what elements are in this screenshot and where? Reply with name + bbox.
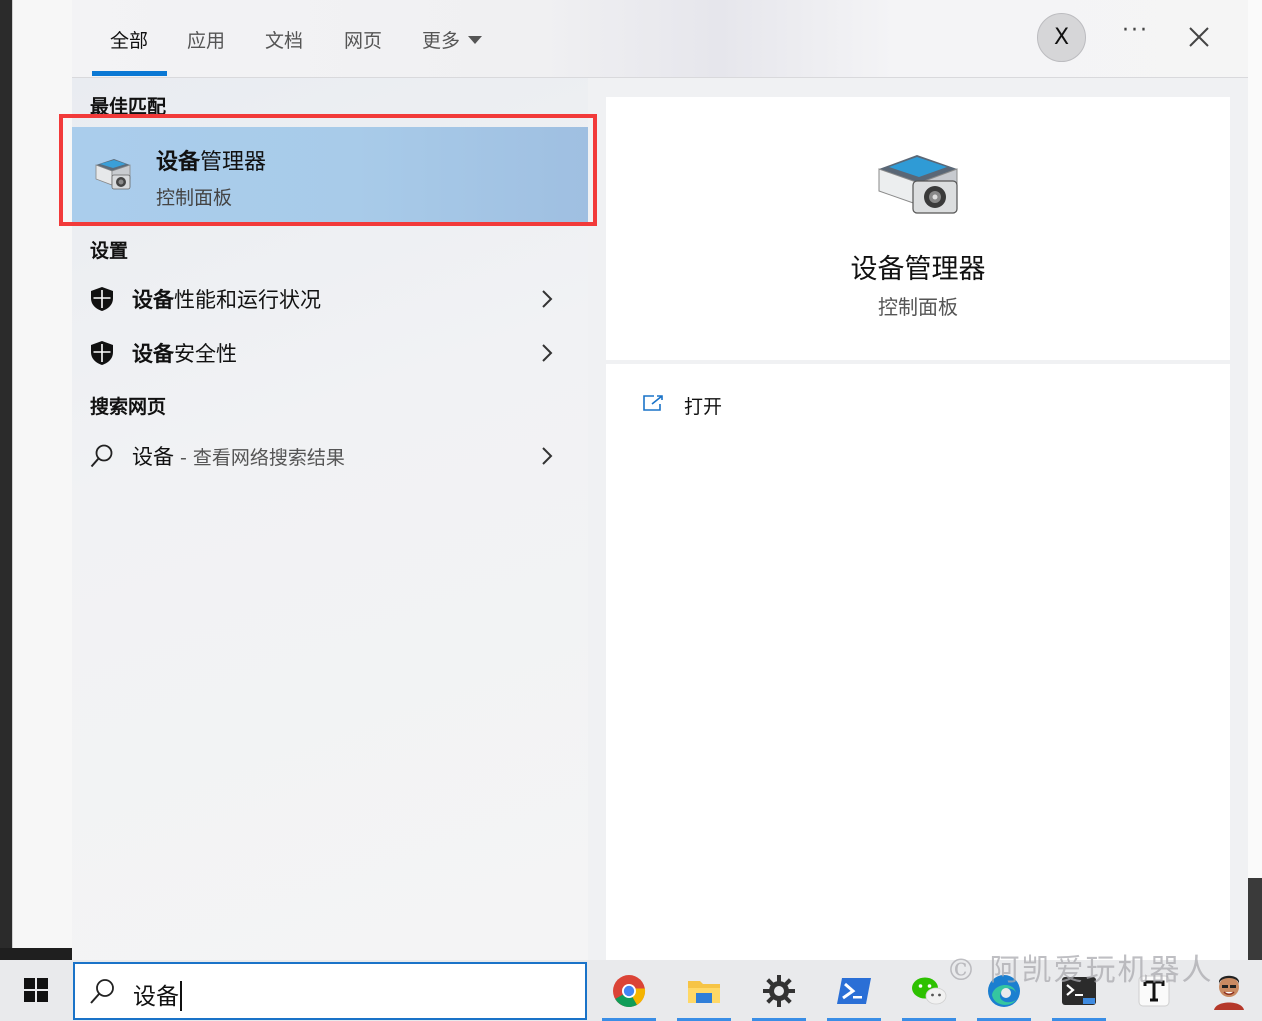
best-match-title-bold: 设备 (156, 150, 201, 175)
search-tabs-bar: 全部 应用 文档 网页 更多 X ··· (72, 0, 1248, 78)
powershell-icon (837, 977, 871, 1004)
tab-documents[interactable]: 文档 (265, 26, 303, 53)
background-window-right (1248, 0, 1262, 960)
tab-all[interactable]: 全部 (110, 26, 148, 53)
tab-apps[interactable]: 应用 (187, 26, 225, 53)
section-settings: 设置 (90, 240, 129, 262)
results-list: 最佳匹配 设备管理器 控制面板 设置 设备性能和运行状况 设备安全性 搜索网页 … (59, 78, 597, 960)
detail-subtitle: 控制面板 (878, 295, 958, 319)
detail-header: 设备管理器 控制面板 (606, 97, 1230, 360)
section-web-search: 搜索网页 (90, 396, 167, 418)
taskbar-file-explorer[interactable] (673, 960, 735, 1021)
tab-web[interactable]: 网页 (344, 26, 382, 53)
settings-item-label: 设备性能和运行状况 (132, 284, 321, 314)
best-match-subtitle: 控制面板 (156, 187, 233, 209)
chrome-icon (613, 974, 646, 1007)
settings-item-device-security[interactable]: 设备安全性 (72, 330, 588, 376)
background-window-left (12, 0, 73, 948)
windows-start-icon[interactable] (24, 978, 48, 1002)
detail-title: 设备管理器 (850, 254, 986, 285)
shield-icon (91, 287, 113, 311)
open-external-icon (643, 395, 663, 411)
watermark: © 阿凯爱玩机器人 (946, 953, 1214, 988)
open-action-button[interactable]: 打开 (684, 392, 722, 419)
tab-more-label: 更多 (422, 30, 461, 52)
web-search-label: 设备 - 查看网络搜索结果 (132, 441, 345, 471)
ellipsis-icon: ··· (1122, 18, 1149, 43)
settings-item-rest: 性能和运行状况 (174, 288, 321, 312)
device-manager-icon (878, 155, 958, 214)
tab-more[interactable]: 更多 (422, 26, 483, 53)
best-match-item[interactable]: 设备管理器 控制面板 (72, 127, 588, 223)
taskbar-settings[interactable] (748, 960, 810, 1021)
taskbar-powershell[interactable] (823, 960, 885, 1021)
web-search-query: 设备 (132, 445, 174, 469)
settings-gear-icon (763, 974, 795, 1007)
search-query: 设备 (133, 984, 179, 1010)
taskbar: 设备 © 阿凯爱玩机器人 (0, 953, 1262, 1021)
more-options-button[interactable]: ··· (1122, 18, 1149, 43)
settings-item-rest: 安全性 (174, 342, 237, 366)
best-match-title-rest: 管理器 (200, 150, 267, 175)
settings-item-device-health[interactable]: 设备性能和运行状况 (72, 276, 588, 322)
account-button[interactable]: X (1037, 13, 1086, 62)
web-search-extra: - 查看网络搜索结果 (174, 447, 345, 469)
search-panel: 全部 应用 文档 网页 更多 X ··· 最佳匹配 设备管理器 控制面板 设置 … (59, 0, 1248, 960)
file-explorer-icon (688, 980, 720, 1003)
chevron-right-icon[interactable] (540, 445, 554, 467)
search-input-text: 设备 (133, 977, 182, 1013)
chevron-right-icon[interactable] (540, 342, 554, 364)
desktop-background-bottom (0, 948, 72, 960)
settings-item-label: 设备安全性 (132, 338, 237, 368)
detail-actions: 打开 (606, 364, 1230, 960)
settings-item-bold: 设备 (132, 342, 174, 366)
caret-down-icon (468, 35, 483, 44)
user-avatar (1211, 971, 1247, 1010)
chevron-right-icon[interactable] (540, 288, 554, 310)
active-tab-indicator (92, 71, 167, 76)
close-icon[interactable] (1187, 25, 1211, 49)
device-manager-icon (95, 159, 131, 190)
account-initial: X (1053, 25, 1070, 50)
taskbar-chrome[interactable] (598, 960, 660, 1021)
settings-item-bold: 设备 (132, 288, 174, 312)
text-cursor (180, 980, 182, 1011)
taskbar-search-input[interactable]: 设备 (73, 962, 587, 1020)
shield-icon (91, 341, 113, 365)
background-window-right-dark (1248, 878, 1262, 960)
search-icon (90, 444, 113, 468)
best-match-title: 设备管理器 (156, 144, 266, 176)
desktop-background-left (0, 0, 12, 960)
web-search-item[interactable]: 设备 - 查看网络搜索结果 (72, 433, 588, 479)
search-icon (90, 979, 114, 1004)
section-best-match: 最佳匹配 (90, 96, 167, 118)
wechat-icon (912, 977, 947, 1004)
